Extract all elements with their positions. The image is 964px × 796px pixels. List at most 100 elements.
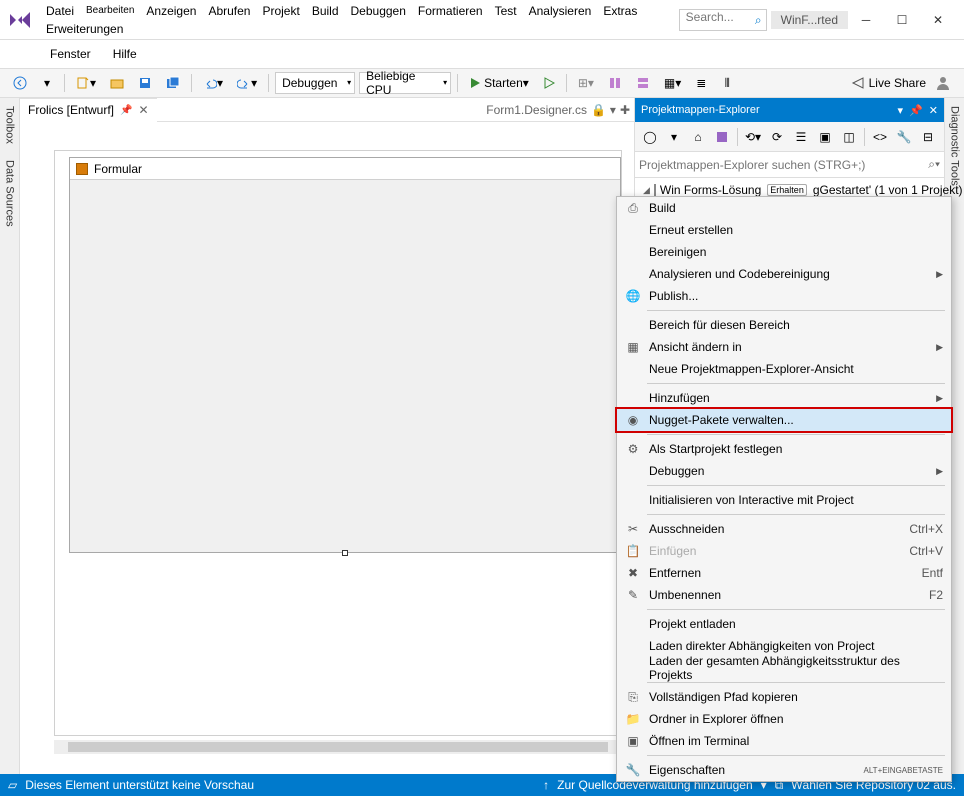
misc-button-4[interactable]: ▦▾ (659, 72, 686, 94)
sol-header[interactable]: Projektmappen-Explorer ▾ 📌 ✕ (635, 98, 944, 122)
side-datasources[interactable]: Data Sources (2, 156, 18, 231)
minimize-button[interactable]: ─ (848, 8, 884, 32)
ctx-nugget-pakete-verwalten-[interactable]: ◉Nugget-Pakete verwalten... (617, 409, 951, 431)
nav-fwd-button[interactable]: ▾ (36, 72, 58, 94)
ctx-neue-projektmappen-explorer-ansicht[interactable]: Neue Projektmappen-Explorer-Ansicht (617, 358, 951, 380)
save-all-button[interactable] (161, 72, 185, 94)
sol-switch-btn[interactable] (711, 126, 733, 148)
misc-button-1[interactable]: ⊞▾ (573, 72, 599, 94)
form-preview[interactable]: Formular (69, 157, 621, 553)
redo-button[interactable]: ▾ (232, 72, 262, 94)
sol-pending-btn[interactable]: ⟲▾ (742, 126, 764, 148)
ctx-bereich-f-r-diesen-bereich[interactable]: Bereich für diesen Bereich (617, 314, 951, 336)
ctx-laden-der-gesamten-abh-ngigkeitsstruktur-des-projekts[interactable]: Laden der gesamten Abhängigkeitsstruktur… (617, 657, 951, 679)
ctx-ausschneiden[interactable]: ✂AusschneidenCtrl+X (617, 518, 951, 540)
close-button[interactable]: ✕ (920, 8, 956, 32)
tab-form1-designer[interactable]: Form1.Designer.cs (486, 103, 587, 117)
highlight-box (615, 407, 953, 433)
sol-code-btn[interactable]: <> (869, 126, 891, 148)
sol-search[interactable]: ⌕▾ (635, 152, 944, 178)
hscrollbar[interactable] (54, 740, 622, 754)
menu-extensions[interactable]: Erweiterungen (40, 20, 129, 38)
pin-icon[interactable]: 📌 (120, 105, 132, 116)
menu-analyze[interactable]: Analysieren (523, 2, 598, 20)
ctx-initialisieren-von-interactive-mit-project[interactable]: Initialisieren von Interactive mit Proje… (617, 489, 951, 511)
resize-handle-bottom[interactable] (342, 550, 348, 556)
tab-add-icon[interactable]: ✚ (620, 103, 630, 117)
ctx-hinzuf-gen[interactable]: Hinzufügen▶ (617, 387, 951, 409)
start-nodebug-button[interactable] (538, 72, 560, 94)
design-canvas[interactable]: Formular (20, 122, 634, 774)
sol-preview-btn[interactable]: ⊟ (917, 126, 939, 148)
menu-git[interactable]: Abrufen (202, 2, 256, 20)
platform-dropdown[interactable]: Beliebige CPU▾ (359, 72, 451, 94)
sol-scope-btn[interactable]: ◫ (838, 126, 860, 148)
ctx-projekt-entladen[interactable]: Projekt entladen (617, 613, 951, 635)
menu-debug[interactable]: Debuggen (345, 2, 412, 20)
ctx-ordner-in-explorer-ffnen[interactable]: 📁Ordner in Explorer öffnen (617, 708, 951, 730)
menu-format[interactable]: Formatieren (412, 2, 489, 20)
maximize-button[interactable]: ☐ (884, 8, 920, 32)
ctx-als-startprojekt-festlegen[interactable]: ⚙Als Startprojekt festlegen (617, 438, 951, 460)
sol-showall-btn[interactable]: ▣ (814, 126, 836, 148)
misc-button-6[interactable]: ⫴ (716, 72, 738, 94)
menu-view[interactable]: Anzeigen (140, 2, 202, 20)
sol-back-btn[interactable]: ◯ (639, 126, 661, 148)
new-button[interactable]: ▾ (71, 72, 101, 94)
terminal-icon: ▣ (625, 734, 641, 748)
sol-fwd-btn[interactable]: ▾ (663, 126, 685, 148)
config-dropdown[interactable]: Debuggen▾ (275, 72, 355, 94)
sol-collapse-btn[interactable]: ☰ (790, 126, 812, 148)
nav-back-button[interactable] (8, 72, 32, 94)
ctx--ffnen-im-terminal[interactable]: ▣Öffnen im Terminal (617, 730, 951, 752)
ctx-entfernen[interactable]: ✖EntfernenEntf (617, 562, 951, 584)
open-button[interactable] (105, 72, 129, 94)
start-debug-button[interactable]: Starten▾ (464, 72, 534, 94)
ctx-vollst-ndigen-pfad-kopieren[interactable]: ⎘Vollständigen Pfad kopieren (617, 686, 951, 708)
save-button[interactable] (133, 72, 157, 94)
globe-icon: 🌐 (625, 289, 641, 303)
submenu-arrow-icon: ▶ (936, 342, 943, 353)
close-tab-icon[interactable]: ✕ (138, 103, 148, 117)
ctx-ansicht-ndern-in[interactable]: ▦Ansicht ändern in▶ (617, 336, 951, 358)
expand-icon[interactable]: ◢ (643, 185, 650, 196)
menu-extras[interactable]: Extras (597, 2, 643, 20)
menu-help[interactable]: Hilfe (107, 45, 143, 63)
ctx-umbenennen[interactable]: ✎UmbenennenF2 (617, 584, 951, 606)
menu-project[interactable]: Projekt (256, 2, 305, 20)
sol-prop-btn[interactable]: 🔧 (893, 126, 915, 148)
sol-dropdown-icon[interactable]: ▾ (898, 104, 904, 117)
menu-test[interactable]: Test (489, 2, 523, 20)
side-diagnostic[interactable]: Diagnostic Tools (947, 102, 963, 190)
undo-button[interactable]: ▾ (198, 72, 228, 94)
ctx-analysieren-und-codebereinigung[interactable]: Analysieren und Codebereinigung▶ (617, 263, 951, 285)
tab-frolics[interactable]: Frolics [Entwurf] 📌 ✕ (20, 98, 157, 122)
sol-search-input[interactable] (639, 158, 928, 172)
search-input[interactable]: Search... ⌕ (679, 9, 767, 31)
project-chip[interactable]: WinF...rted (771, 11, 848, 29)
side-toolbox[interactable]: Toolbox (2, 102, 18, 148)
ctx-build[interactable]: ⎙Build (617, 197, 951, 219)
misc-button-5[interactable]: ≣ (690, 72, 712, 94)
sol-home-btn[interactable]: ⌂ (687, 126, 709, 148)
sol-sync-btn[interactable]: ⟳ (766, 126, 788, 148)
menu-build[interactable]: Build (306, 2, 345, 20)
live-share[interactable]: Live Share (851, 76, 926, 90)
form-icon (76, 163, 88, 175)
sol-pin-icon[interactable]: 📌 (909, 104, 923, 117)
ctx-debuggen[interactable]: Debuggen▶ (617, 460, 951, 482)
ctx-erneut-erstellen[interactable]: Erneut erstellen (617, 219, 951, 241)
menu-window[interactable]: Fenster (44, 45, 97, 63)
tab-dropdown-icon[interactable]: ▾ (610, 103, 616, 117)
ctx-bereinigen[interactable]: Bereinigen (617, 241, 951, 263)
ctx-eigenschaften[interactable]: 🔧EigenschaftenALT+EINGABETASTE (617, 759, 951, 781)
menu-file[interactable]: Datei (40, 2, 80, 20)
misc-button-3[interactable] (631, 72, 655, 94)
user-button[interactable] (930, 72, 956, 94)
ctx-publish-[interactable]: 🌐Publish... (617, 285, 951, 307)
misc-button-2[interactable] (603, 72, 627, 94)
sol-close-icon[interactable]: ✕ (929, 104, 938, 117)
ctx-einf-gen[interactable]: 📋EinfügenCtrl+V (617, 540, 951, 562)
menu-edit[interactable]: Bearbeiten (80, 3, 140, 18)
share-icon (851, 76, 865, 90)
